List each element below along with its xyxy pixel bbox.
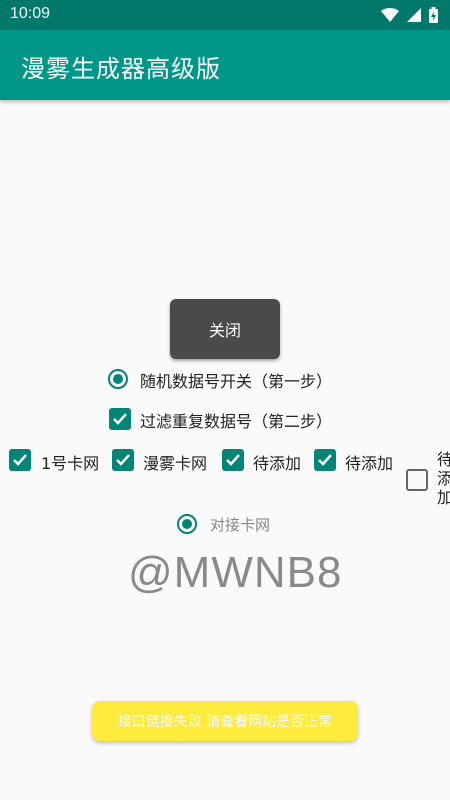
close-button[interactable]: 关闭 xyxy=(170,299,280,359)
filter-duplicates-label: 过滤重复数据号（第二步） xyxy=(140,412,333,431)
cell-signal-icon xyxy=(407,8,421,22)
status-bar: 10:09 xyxy=(0,0,450,30)
app-title: 漫雾生成器高级版 xyxy=(21,55,221,83)
filter-duplicates-checkbox[interactable] xyxy=(109,408,131,430)
source-1-checkbox[interactable] xyxy=(9,449,31,471)
close-button-label: 关闭 xyxy=(208,321,241,340)
check-icon xyxy=(318,454,332,466)
source-1-label: 1号卡网 xyxy=(41,454,100,473)
check-icon xyxy=(226,454,240,466)
dock-card-net-radio[interactable] xyxy=(177,514,197,534)
error-toast: 接口链接失败 请查看网站是否正常 xyxy=(92,701,358,741)
source-2-label: 漫雾卡网 xyxy=(143,454,208,473)
wifi-icon xyxy=(381,8,399,22)
source-3-checkbox[interactable] xyxy=(222,449,244,471)
random-switch-label: 随机数据号开关（第一步） xyxy=(140,372,333,391)
status-time: 10:09 xyxy=(10,5,51,22)
source-4-label: 待添加 xyxy=(345,454,394,473)
check-icon xyxy=(113,413,127,425)
dock-card-net-label: 对接卡网 xyxy=(210,516,271,534)
source-5-checkbox[interactable] xyxy=(406,469,428,491)
source-5-label: 待添加 xyxy=(437,450,450,507)
random-switch-radio[interactable] xyxy=(108,369,128,389)
battery-icon xyxy=(429,7,438,23)
watermark-text: @MWNB8 xyxy=(128,548,343,597)
check-icon xyxy=(13,454,27,466)
source-4-checkbox[interactable] xyxy=(314,449,336,471)
status-icons xyxy=(381,7,438,23)
toast-message: 接口链接失败 请查看网站是否正常 xyxy=(117,714,333,730)
source-2-checkbox[interactable] xyxy=(112,449,134,471)
check-icon xyxy=(116,454,130,466)
app-bar: 漫雾生成器高级版 xyxy=(0,30,450,100)
source-3-label: 待添加 xyxy=(253,454,302,473)
